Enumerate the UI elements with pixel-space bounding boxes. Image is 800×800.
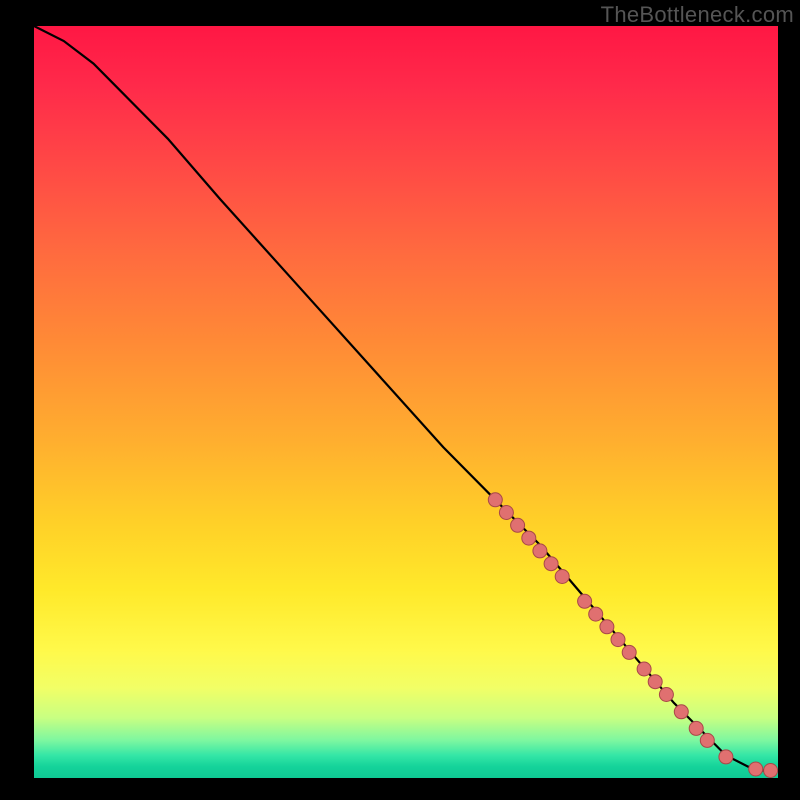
data-point bbox=[764, 764, 778, 778]
chart-frame: TheBottleneck.com bbox=[0, 0, 800, 800]
data-point bbox=[544, 557, 558, 571]
watermark-text: TheBottleneck.com bbox=[601, 2, 794, 28]
data-point bbox=[555, 570, 569, 584]
data-point bbox=[719, 750, 733, 764]
data-point bbox=[578, 594, 592, 608]
data-point bbox=[637, 662, 651, 676]
data-point bbox=[674, 705, 688, 719]
bottleneck-curve bbox=[34, 26, 778, 771]
data-point bbox=[488, 493, 502, 507]
data-point bbox=[511, 518, 525, 532]
data-point bbox=[700, 733, 714, 747]
data-point bbox=[648, 675, 662, 689]
data-point bbox=[611, 633, 625, 647]
chart-svg bbox=[34, 26, 778, 778]
data-point bbox=[522, 531, 536, 545]
data-point bbox=[589, 607, 603, 621]
data-point bbox=[659, 688, 673, 702]
data-point bbox=[689, 721, 703, 735]
data-point bbox=[533, 544, 547, 558]
points-layer bbox=[488, 493, 777, 778]
data-point bbox=[622, 645, 636, 659]
data-point bbox=[749, 762, 763, 776]
curve-layer bbox=[34, 26, 778, 771]
data-point bbox=[600, 620, 614, 634]
data-point bbox=[499, 506, 513, 520]
plot-area bbox=[34, 26, 778, 778]
